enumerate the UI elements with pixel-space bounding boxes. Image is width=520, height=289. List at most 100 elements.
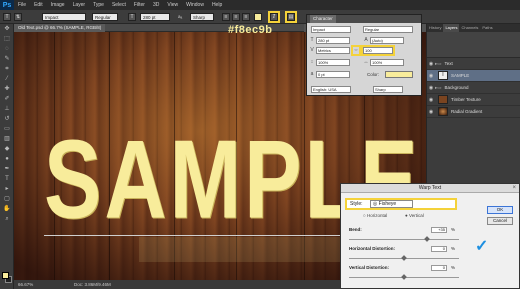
tab-layers[interactable]: Layers <box>443 24 460 32</box>
menu-type[interactable]: Type <box>89 2 108 8</box>
color-hex-label: #f8ec9b <box>228 24 273 36</box>
character-panel-toggle-icon[interactable]: ▤ <box>285 11 297 23</box>
vertical-radio[interactable]: ● Vertical <box>405 213 424 218</box>
history-brush-tool-icon[interactable]: ↺ <box>2 115 12 124</box>
warp-text-icon[interactable]: Ⱦ <box>268 11 280 23</box>
type-tool-icon[interactable]: T <box>3 13 11 21</box>
crop-tool-icon[interactable]: ⌗ <box>2 65 12 74</box>
layer-controls <box>427 32 520 58</box>
char-antialias[interactable]: Sharp <box>373 86 403 93</box>
menu-layer[interactable]: Layer <box>69 2 90 8</box>
char-vertical-scale[interactable]: 100% <box>316 59 350 66</box>
horizontal-radio[interactable]: ○ Horizontal <box>363 213 387 218</box>
visibility-eye-icon[interactable]: ◉ <box>427 61 435 67</box>
text-orientation-icon[interactable]: ⇅ <box>14 13 22 21</box>
horizontal-distortion-input[interactable]: 0 <box>431 246 447 252</box>
visibility-eye-icon[interactable]: ◉ <box>427 109 435 115</box>
bend-input[interactable]: +35 <box>431 227 447 233</box>
menu-3d[interactable]: 3D <box>149 2 163 8</box>
font-size-select[interactable]: 280 pt <box>140 13 170 21</box>
zoom-level[interactable]: 66.67% <box>18 282 33 287</box>
bend-slider[interactable] <box>349 239 459 240</box>
healing-tool-icon[interactable]: ✚ <box>2 85 12 94</box>
visibility-eye-icon[interactable]: ◉ <box>427 73 435 79</box>
char-leading[interactable]: (Auto) <box>370 37 404 44</box>
char-font-family[interactable]: Impact <box>311 26 351 33</box>
horizontal-distortion-percent: % <box>451 246 456 251</box>
warp-style-value: Fisheye <box>378 201 397 207</box>
character-tab[interactable]: Character <box>310 15 336 23</box>
align-left-icon[interactable]: ≡ <box>222 13 230 21</box>
char-font-size[interactable]: 280 pt <box>316 37 350 44</box>
vertical-distortion-label: Vertical Distortion: <box>349 265 390 270</box>
text-color-swatch[interactable] <box>254 13 262 21</box>
layer-group-text[interactable]: ◉ ▸▭ Text <box>427 58 520 70</box>
menu-select[interactable]: Select <box>108 2 130 8</box>
font-style-select[interactable]: Regular <box>92 13 118 21</box>
horizontal-distortion-label: Horizontal Distortion: <box>349 246 395 251</box>
font-family-select[interactable]: Impact <box>42 13 86 21</box>
tab-history[interactable]: History <box>427 24 443 32</box>
horizontal-distortion-thumb[interactable] <box>401 255 407 261</box>
visibility-eye-icon[interactable]: ◉ <box>427 85 435 91</box>
visibility-eye-icon[interactable]: ◉ <box>427 97 435 103</box>
blur-tool-icon[interactable]: ◆ <box>2 145 12 154</box>
vertical-distortion-input[interactable]: 0 <box>431 265 447 271</box>
marquee-tool-icon[interactable]: ⬚ <box>2 35 12 44</box>
menu-image[interactable]: Image <box>47 2 69 8</box>
lasso-tool-icon[interactable]: ◌ <box>2 45 12 54</box>
pen-tool-icon[interactable]: ✒ <box>2 165 12 174</box>
document-tab[interactable]: Old Text.psd @ 66.7% (SAMPLE, RGB/8) <box>14 24 106 32</box>
gradient-tool-icon[interactable]: ▥ <box>2 135 12 144</box>
char-tracking[interactable]: 100 <box>361 45 395 56</box>
char-kerning[interactable]: Metrics <box>316 47 350 54</box>
menu-edit[interactable]: Edit <box>30 2 47 8</box>
char-baseline-shift[interactable]: 0 pt <box>316 71 350 78</box>
align-right-icon[interactable]: ≡ <box>242 13 250 21</box>
antialias-icon: aₐ <box>178 14 183 19</box>
char-color-swatch[interactable] <box>385 71 413 78</box>
move-tool-icon[interactable]: ✥ <box>2 25 12 34</box>
char-font-style[interactable]: Regular <box>363 26 413 33</box>
char-horizontal-scale[interactable]: 100% <box>370 59 404 66</box>
layer-name: SAMPLE <box>451 73 470 78</box>
warp-style-select[interactable]: ◎ Fisheye <box>369 200 414 208</box>
style-label: Style: <box>350 201 363 207</box>
stamp-tool-icon[interactable]: ⊥ <box>2 105 12 114</box>
menu-file[interactable]: File <box>14 2 30 8</box>
antialias-select[interactable]: Sharp <box>190 13 214 21</box>
char-language[interactable]: English: USA <box>311 86 351 93</box>
menu-window[interactable]: Window <box>182 2 208 8</box>
cancel-button[interactable]: Cancel <box>487 217 513 225</box>
doc-size: Doc: 3.86M/9.46M <box>74 282 111 287</box>
shape-tool-icon[interactable]: ▢ <box>2 195 12 204</box>
layer-sample[interactable]: ◉ T SAMPLE <box>427 70 520 82</box>
bend-slider-thumb[interactable] <box>424 236 430 242</box>
hand-tool-icon[interactable]: ✋ <box>2 205 12 214</box>
color-label: Color: <box>367 72 380 77</box>
close-icon[interactable]: × <box>512 184 516 193</box>
horizontal-scale-icon: ↔ <box>363 59 369 65</box>
layer-radial-gradient[interactable]: ◉ Radial Gradient <box>427 106 520 118</box>
menu-filter[interactable]: Filter <box>130 2 149 8</box>
eraser-tool-icon[interactable]: ▭ <box>2 125 12 134</box>
tab-channels[interactable]: Channels <box>459 24 480 32</box>
align-center-icon[interactable]: ≡ <box>232 13 240 21</box>
eyedropper-tool-icon[interactable]: ⁄ <box>2 75 12 84</box>
quick-select-tool-icon[interactable]: ✎ <box>2 55 12 64</box>
ok-button[interactable]: OK <box>487 206 513 214</box>
menu-view[interactable]: View <box>163 2 182 8</box>
type-tool-icon[interactable]: T <box>2 175 12 184</box>
brush-tool-icon[interactable]: ✐ <box>2 95 12 104</box>
layer-group-background[interactable]: ◉ ▸▭ Background <box>427 82 520 94</box>
foreground-color-swatch[interactable] <box>2 272 9 279</box>
dialog-title-bar: Warp Text × <box>341 184 519 193</box>
layer-timber-texture[interactable]: ◉ Timber Texture <box>427 94 520 106</box>
vertical-distortion-thumb[interactable] <box>401 274 407 280</box>
bend-percent: % <box>451 227 456 232</box>
path-select-tool-icon[interactable]: ▸ <box>2 185 12 194</box>
menu-help[interactable]: Help <box>208 2 226 8</box>
tab-paths[interactable]: Paths <box>480 24 494 32</box>
zoom-tool-icon[interactable]: ⌕ <box>2 215 12 224</box>
dodge-tool-icon[interactable]: ● <box>2 155 12 164</box>
